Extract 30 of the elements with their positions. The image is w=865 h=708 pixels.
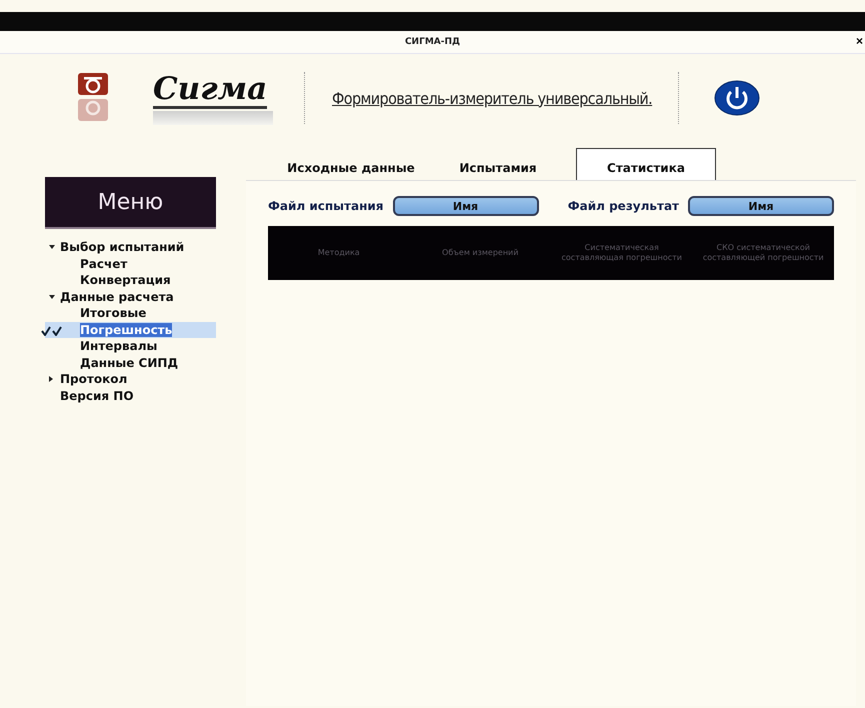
tree-item[interactable]: Версия ПО xyxy=(45,388,216,404)
app-subtitle: Формирователь-измеритель универсальный. xyxy=(332,88,652,108)
tree-item[interactable]: Интервалы xyxy=(45,338,216,354)
tree-item[interactable]: Данные расчета xyxy=(45,288,216,305)
menu-title: Меню xyxy=(45,177,216,229)
check-icon xyxy=(41,324,63,334)
tree-item[interactable]: Данные СИПД xyxy=(45,354,216,371)
file-label: Файл испытания xyxy=(268,199,384,213)
column-header: СКО систематической составляющей погрешности xyxy=(702,243,825,263)
name-button[interactable]: Имя xyxy=(688,196,834,216)
tree-item[interactable]: Выбор испытаний xyxy=(45,239,216,256)
column-header: Методика xyxy=(316,248,361,258)
tree-item[interactable]: Протокол xyxy=(45,371,216,388)
logo-icon xyxy=(78,73,108,123)
expand-arrow-icon[interactable] xyxy=(49,376,53,382)
column-header: Систематическая составляющая погрешности xyxy=(560,243,683,263)
name-button[interactable]: Имя xyxy=(392,196,538,216)
tree-item[interactable]: Конвертация xyxy=(45,272,216,288)
tree-item[interactable]: Итоговые xyxy=(45,305,216,322)
power-icon[interactable] xyxy=(714,80,760,116)
close-button[interactable]: × xyxy=(854,34,865,48)
expand-arrow-icon[interactable] xyxy=(49,245,55,250)
tab[interactable]: Испытамия xyxy=(423,148,573,180)
tab[interactable]: Исходные данные xyxy=(276,148,426,180)
expand-arrow-icon[interactable] xyxy=(49,294,55,299)
window-title: СИГМА-ПД xyxy=(404,37,460,47)
column-header: Объем измерений xyxy=(441,248,520,258)
tab[interactable]: Статистика xyxy=(576,148,716,180)
tree-item[interactable]: Расчет xyxy=(45,256,216,272)
file-label: Файл результат xyxy=(568,199,679,213)
